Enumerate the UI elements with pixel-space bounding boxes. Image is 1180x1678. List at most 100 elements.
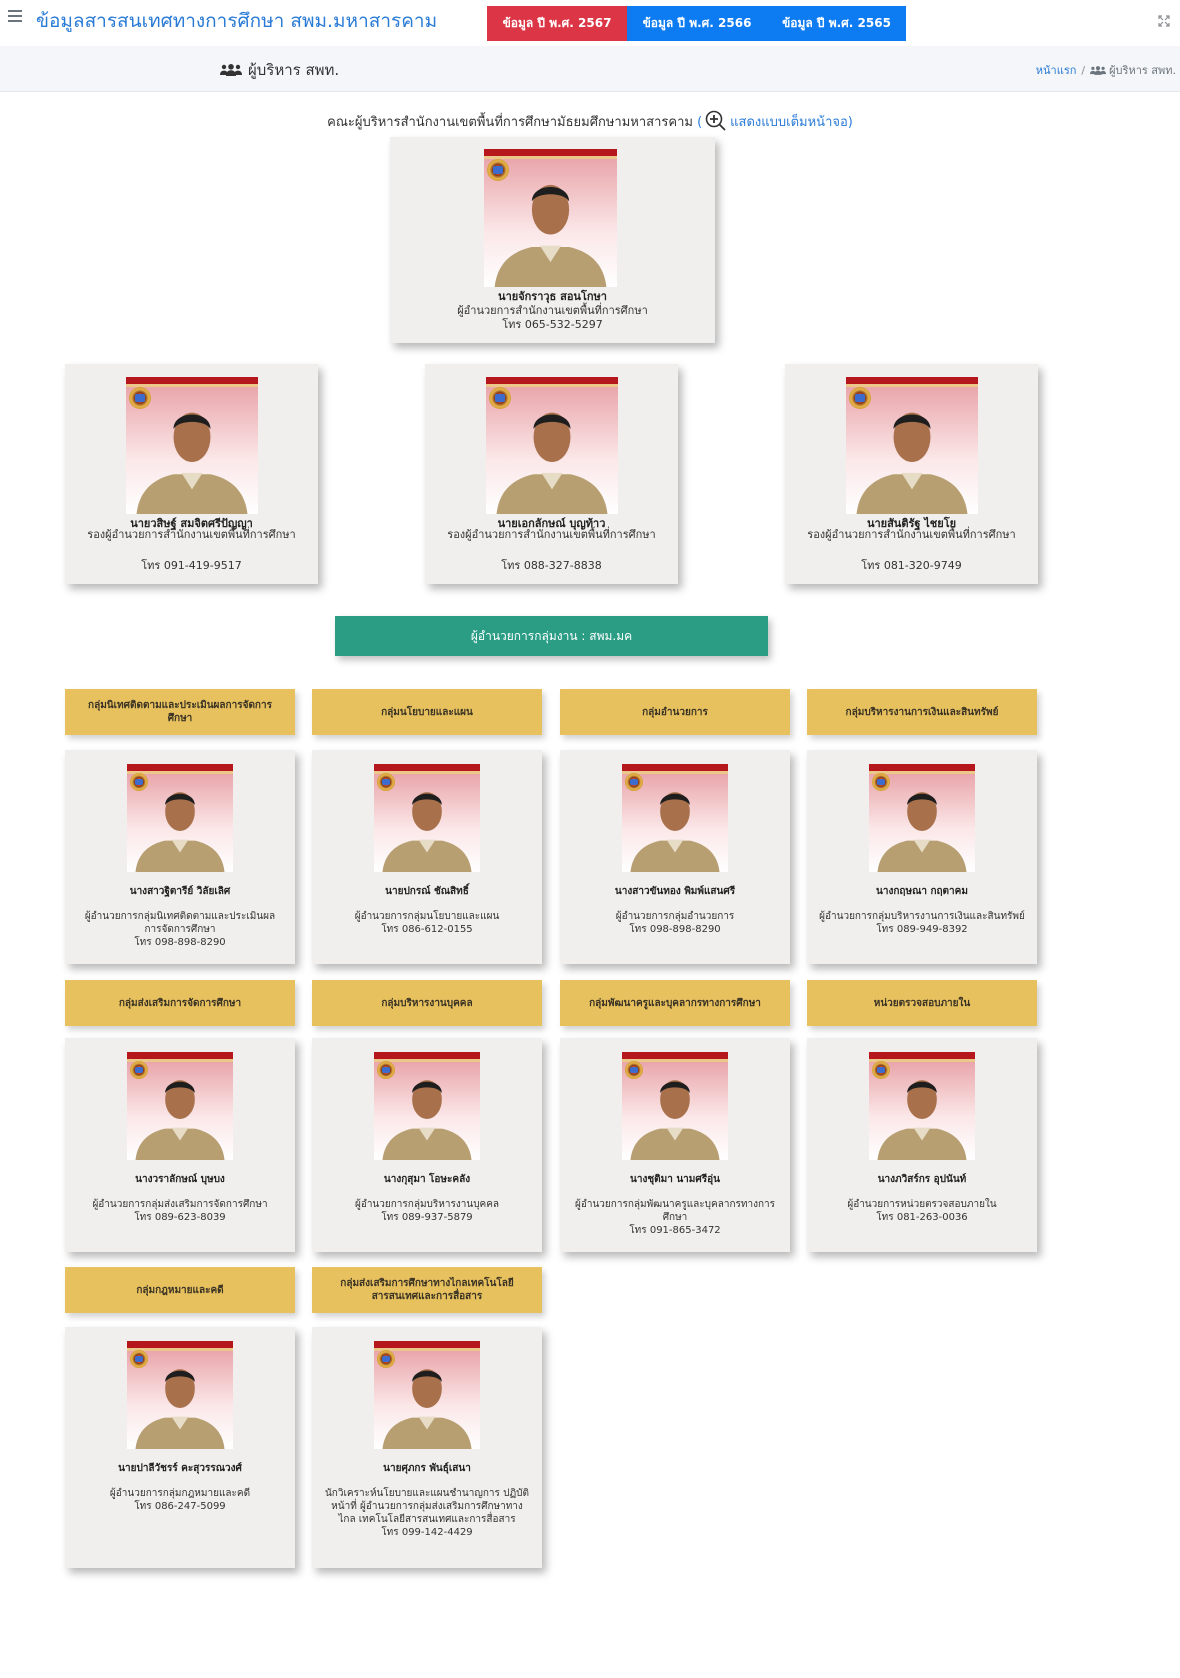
- division-head-name: นายปาลีวัชรร์ คะสุวรรณวงศ์: [118, 1463, 242, 1474]
- org-chart-heading: คณะผู้บริหารสำนักงานเขตพื้นที่การศึกษามั…: [0, 110, 1180, 132]
- person-silhouette: [877, 1080, 967, 1160]
- division-head-name: นางสาวฐิตารีย์ วิลัยเลิศ: [129, 886, 231, 897]
- division-head-card: นางกุสุมา โอษะคลังผู้อำนวยการกลุ่มบริหาร…: [312, 1038, 542, 1252]
- breadcrumb: หน้าแรก / ผู้บริหาร สพท.: [1036, 61, 1176, 79]
- division-head-phone: โทร 089-949-8392: [876, 924, 968, 935]
- person-silhouette: [496, 412, 608, 514]
- division-head-title: ผู้อำนวยการกลุ่มอำนวยการ: [615, 911, 735, 922]
- director-card: นายจักราวุธ สอนโกษา ผู้อำนวยการสำนักงานเ…: [390, 137, 715, 343]
- division-head-card: นางวราลักษณ์ บุษบงผู้อำนวยการกลุ่มส่งเสร…: [65, 1038, 295, 1252]
- division-label: กลุ่มบริหารงานการเงินและสินทรัพย์: [807, 689, 1037, 735]
- person-silhouette: [135, 792, 225, 872]
- division-head-title: ผู้อำนวยการกลุ่มนิเทศติดตามและประเมินผลก…: [84, 911, 276, 935]
- division-head-name: นางกุสุมา โอษะคลัง: [383, 1174, 471, 1185]
- users-icon: [220, 64, 242, 76]
- expand-icon[interactable]: [1158, 15, 1170, 27]
- division-label: กลุ่มพัฒนาครูและบุคลากรทางการศึกษา: [560, 980, 790, 1026]
- division-head-title: ผู้อำนวยการกลุ่มบริหารงานบุคคล: [354, 1199, 500, 1210]
- person-photo: [484, 149, 617, 287]
- division-label: กลุ่มกฎหมายและคดี: [65, 1267, 295, 1313]
- breadcrumb-separator: /: [1081, 64, 1086, 77]
- division-head-card: นายศุภกร พันธุ์เสนา นักวิเคราะห์นโยบายและ…: [312, 1327, 542, 1568]
- division-label: กลุ่มบริหารงานบุคคล: [312, 980, 542, 1026]
- page-title-text: ผู้บริหาร สพท.: [248, 61, 340, 79]
- division-head-card: นางสาวฐิตารีย์ วิลัยเลิศผู้อำนวยการกลุ่ม…: [65, 750, 295, 964]
- person-photo: [622, 1052, 728, 1160]
- division-head-title: ผู้อำนวยการกลุ่มกฎหมายและคดี: [109, 1488, 251, 1499]
- person-silhouette: [856, 412, 968, 514]
- deputy-phone: โทร 081-320-9749: [861, 559, 962, 572]
- year-2566-button[interactable]: ข้อมูล ปี พ.ศ. 2566: [627, 6, 767, 41]
- breadcrumb-current: ผู้บริหาร สพท.: [1109, 64, 1176, 77]
- division-head-name: นางภวิสร์กร อุปนันท์: [877, 1174, 967, 1185]
- division-head-info: ผู้อำนวยการกลุ่มนโยบายและแผนโทร 086-612-…: [324, 910, 530, 936]
- fullscreen-link-label[interactable]: แสดงแบบเต็มหน้าจอ): [730, 115, 853, 130]
- division-head-info: ผู้อำนวยการกลุ่มพัฒนาครูและบุคลากรทางการ…: [572, 1198, 778, 1237]
- person-silhouette: [382, 792, 472, 872]
- person-photo: [126, 377, 258, 514]
- division-heads-banner: ผู้อำนวยการกลุ่มงาน : สพม.มค: [335, 616, 768, 656]
- deputy-title: รองผู้อำนวยการสำนักงานเขตพื้นที่การศึกษา: [447, 528, 656, 541]
- division-label: กลุ่มส่งเสริมการศึกษาทางไกลเทคโนโลยีสารส…: [312, 1267, 542, 1313]
- division-head-name: นางสาวขันทอง พิมพ์แสนศรี: [614, 886, 736, 897]
- division-head-phone: โทร 098-898-8290: [629, 924, 721, 935]
- division-head-info: ผู้อำนวยการกลุ่มอำนวยการโทร 098-898-8290: [572, 910, 778, 936]
- breadcrumb-home-link[interactable]: หน้าแรก: [1036, 64, 1077, 77]
- person-photo: [846, 377, 978, 514]
- director-phone: โทร 065-532-5297: [502, 318, 603, 331]
- person-silhouette: [136, 412, 248, 514]
- division-head-card: นางกฤษณา กฤตาคมผู้อำนวยการกลุ่มบริหารงาน…: [807, 750, 1037, 964]
- division-head-title: ผู้อำนวยการกลุ่มพัฒนาครูและบุคลากรทางการ…: [574, 1199, 776, 1223]
- person-silhouette: [135, 1080, 225, 1160]
- year-2567-button[interactable]: ข้อมูล ปี พ.ศ. 2567: [487, 6, 627, 41]
- fullscreen-link[interactable]: ( แสดงแบบเต็มหน้าจอ): [697, 110, 853, 131]
- division-label: กลุ่มส่งเสริมการจัดการศึกษา: [65, 980, 295, 1026]
- division-head-card: นายปกรณ์ ชัณสิทธิ์ผู้อำนวยการกลุ่มนโยบาย…: [312, 750, 542, 964]
- hamburger-menu-icon[interactable]: [8, 10, 22, 24]
- deputy-title: รองผู้อำนวยการสำนักงานเขตพื้นที่การศึกษา: [807, 528, 1016, 541]
- division-head-title: นักวิเคราะห์นโยบายและแผนชำนาญการ ปฏิบัติ…: [324, 1488, 530, 1525]
- division-head-phone: โทร 086-612-0155: [381, 924, 473, 935]
- year-2565-button[interactable]: ข้อมูล ปี พ.ศ. 2565: [767, 6, 906, 41]
- zoom-in-icon[interactable]: [705, 110, 727, 132]
- page-title: ผู้บริหาร สพท.: [220, 58, 339, 82]
- person-silhouette: [135, 1369, 225, 1449]
- division-head-name: นายปกรณ์ ชัณสิทธิ์: [385, 886, 469, 897]
- person-silhouette: [382, 1369, 472, 1449]
- division-head-info: ผู้อำนวยการกลุ่มบริหารงานบุคคล โทร 089-93…: [324, 1198, 530, 1224]
- division-head-name: นางชุติมา นามศรีอุ่น: [630, 1174, 720, 1185]
- person-photo: [622, 764, 728, 872]
- division-head-phone: โทร 099-142-4429: [381, 1527, 473, 1538]
- division-head-info: นักวิเคราะห์นโยบายและแผนชำนาญการ ปฏิบัติ…: [324, 1487, 530, 1539]
- division-head-phone: โทร 091-865-3472: [629, 1225, 721, 1236]
- division-head-title: ผู้อำนวยการกลุ่มบริหารงานการเงินและสินทร…: [819, 911, 1025, 922]
- open-paren: (: [697, 115, 703, 130]
- division-head-card: นางสาวขันทอง พิมพ์แสนศรีผู้อำนวยการกลุ่ม…: [560, 750, 790, 964]
- person-photo: [374, 1341, 480, 1449]
- person-silhouette: [630, 792, 720, 872]
- person-silhouette: [382, 1080, 472, 1160]
- person-silhouette: [494, 184, 607, 287]
- division-head-name: นางวราลักษณ์ บุษบง: [135, 1174, 225, 1185]
- division-label: กลุ่มอำนวยการ: [560, 689, 790, 735]
- division-head-title: ผู้อำนวยการหน่วยตรวจสอบภายใน: [847, 1199, 997, 1210]
- site-title[interactable]: ข้อมูลสารสนเทศทางการศึกษา สพม.มหาสารคาม: [36, 6, 437, 36]
- users-icon: [1090, 66, 1107, 75]
- division-head-phone: โทร 089-623-8039: [134, 1212, 226, 1223]
- person-photo: [374, 1052, 480, 1160]
- division-head-card: นางชุติมา นามศรีอุ่นผู้อำนวยการกลุ่มพัฒน…: [560, 1038, 790, 1252]
- person-photo: [127, 764, 233, 872]
- division-head-info: ผู้อำนวยการกลุ่มนิเทศติดตามและประเมินผลก…: [77, 910, 283, 949]
- division-head-title: ผู้อำนวยการกลุ่มส่งเสริมการจัดการศึกษา: [92, 1199, 268, 1210]
- division-head-phone: โทร 081-263-0036: [876, 1212, 968, 1223]
- division-label: หน่วยตรวจสอบภายใน: [807, 980, 1037, 1026]
- deputy-phone: โทร 088-327-8838: [501, 559, 602, 572]
- deputy-title: รองผู้อำนวยการสำนักงานเขตพื้นที่การศึกษา: [87, 528, 296, 541]
- division-head-name: นางกฤษณา กฤตาคม: [876, 886, 968, 897]
- deputy-card: นายสันติรัฐ ไชยโย รองผู้อำนวยการสำนักงาน…: [785, 364, 1038, 584]
- division-head-phone: โทร 098-898-8290: [134, 937, 226, 948]
- division-head-card: นายปาลีวัชรร์ คะสุวรรณวงศ์ผู้อำนวยการกลุ…: [65, 1327, 295, 1568]
- division-label: กลุ่มนโยบายและแผน: [312, 689, 542, 735]
- division-head-title: ผู้อำนวยการกลุ่มนโยบายและแผน: [354, 911, 500, 922]
- person-photo: [486, 377, 618, 514]
